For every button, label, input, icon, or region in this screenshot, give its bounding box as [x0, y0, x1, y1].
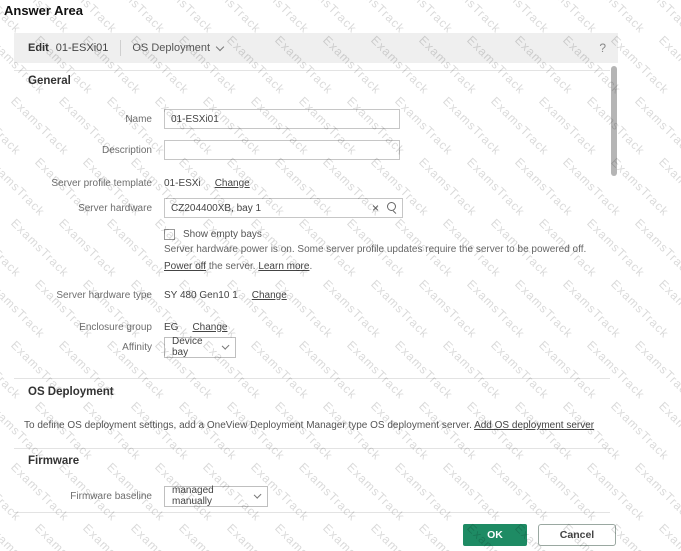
hardware-type-change-link[interactable]: Change — [252, 290, 287, 301]
watermark-text: ExamsTrack — [656, 399, 681, 463]
show-empty-bays-label: Show empty bays — [183, 229, 262, 240]
section-general-title: General — [28, 75, 71, 87]
description-input[interactable] — [164, 140, 400, 160]
watermark-text: ExamsTrack — [632, 0, 681, 36]
affinity-value: Device bay — [172, 336, 216, 358]
affinity-row: Affinity Device bay — [14, 336, 618, 358]
server-profile-template-label: Server profile template — [14, 178, 152, 189]
watermark-text: ExamsTrack — [536, 0, 600, 36]
power-warning-note: Server hardware power is on. Some server… — [164, 241, 588, 275]
watermark-text: ExamsTrack — [656, 33, 681, 97]
watermark-text: ExamsTrack — [248, 0, 312, 36]
enclosure-group-row: Enclosure group EG Change — [14, 316, 618, 338]
firmware-baseline-select[interactable]: managed manually — [164, 486, 268, 507]
server-hardware-input-wrap: × — [164, 198, 403, 218]
page-title: Answer Area — [4, 3, 83, 18]
watermark-text: ExamsTrack — [584, 0, 648, 36]
chevron-down-icon — [253, 490, 261, 498]
os-deployment-menu-label: OS Deployment — [132, 42, 210, 54]
server-profile-template-value: 01-ESXi — [164, 178, 201, 189]
learn-more-link[interactable]: Learn more — [258, 261, 309, 272]
watermark-text: ExamsTrack — [344, 0, 408, 36]
power-note-mid: the server. — [206, 261, 258, 272]
dialog-header: Edit 01-ESXi01 OS Deployment ? — [14, 33, 618, 63]
template-change-link[interactable]: Change — [215, 178, 250, 189]
server-profile-template-row: Server profile template 01-ESXi Change — [14, 172, 618, 194]
show-empty-bays-checkbox[interactable] — [164, 229, 175, 240]
help-icon[interactable]: ? — [599, 41, 606, 55]
watermark-text: ExamsTrack — [656, 521, 681, 551]
footer-rule — [14, 512, 610, 513]
scrollbar-thumb[interactable] — [611, 66, 617, 176]
chevron-down-icon — [216, 42, 224, 50]
add-os-deployment-server-link[interactable]: Add OS deployment server — [474, 420, 594, 431]
os-deployment-text: To define OS deployment settings, add a … — [24, 420, 474, 431]
server-hardware-label: Server hardware — [14, 203, 152, 214]
watermark-text: ExamsTrack — [104, 0, 168, 36]
watermark-text: ExamsTrack — [632, 460, 681, 524]
watermark-text: ExamsTrack — [488, 0, 552, 36]
chevron-down-icon — [221, 341, 229, 349]
profile-name: 01-ESXi01 — [56, 42, 109, 54]
server-hardware-type-value: SY 480 Gen10 1 — [164, 290, 238, 301]
edit-server-profile-dialog: Edit 01-ESXi01 OS Deployment ? General N… — [14, 33, 618, 548]
watermark-text: ExamsTrack — [152, 0, 216, 36]
name-label: Name — [14, 114, 152, 125]
watermark-text: ExamsTrack — [632, 338, 681, 402]
search-icon[interactable] — [387, 202, 396, 211]
description-row: Description — [14, 139, 618, 161]
server-hardware-input[interactable] — [164, 198, 403, 218]
os-deployment-menu[interactable]: OS Deployment — [132, 42, 223, 54]
server-hardware-type-row: Server hardware type SY 480 Gen10 1 Chan… — [14, 284, 618, 306]
name-row: Name — [14, 108, 618, 130]
server-hardware-type-label: Server hardware type — [14, 290, 152, 301]
clear-icon[interactable]: × — [372, 201, 379, 215]
section-os-deployment-title: OS Deployment — [28, 386, 114, 398]
power-note-text: Server hardware power is on. Some server… — [164, 244, 586, 255]
firmware-baseline-row: Firmware baseline managed manually — [14, 485, 618, 507]
server-hardware-row: Server hardware × — [14, 197, 618, 219]
power-off-link[interactable]: Power off — [164, 261, 206, 272]
watermark-text: ExamsTrack — [632, 216, 681, 280]
affinity-label: Affinity — [14, 342, 152, 353]
watermark-text: ExamsTrack — [440, 0, 504, 36]
watermark-text: ExamsTrack — [632, 94, 681, 158]
watermark-text: ExamsTrack — [392, 0, 456, 36]
watermark-text: ExamsTrack — [200, 0, 264, 36]
watermark-text: ExamsTrack — [296, 0, 360, 36]
power-note-end: . — [309, 261, 312, 272]
watermark-text: ExamsTrack — [656, 277, 681, 341]
section-firmware-title: Firmware — [28, 455, 79, 467]
section-rule — [14, 448, 610, 449]
affinity-select[interactable]: Device bay — [164, 337, 236, 358]
enclosure-group-value: EG — [164, 322, 178, 333]
header-rule — [14, 70, 610, 71]
ok-button[interactable]: OK — [463, 524, 527, 546]
name-input[interactable] — [164, 109, 400, 129]
section-rule — [14, 378, 610, 379]
enclosure-group-label: Enclosure group — [14, 322, 152, 333]
edit-label: Edit — [28, 42, 49, 54]
cancel-button[interactable]: Cancel — [538, 524, 616, 546]
os-deployment-description: To define OS deployment settings, add a … — [24, 420, 616, 431]
firmware-baseline-value: managed manually — [172, 485, 248, 507]
header-divider — [120, 40, 121, 56]
firmware-baseline-label: Firmware baseline — [14, 491, 152, 502]
enclosure-group-change-link[interactable]: Change — [192, 322, 227, 333]
description-label: Description — [14, 145, 152, 156]
watermark-text: ExamsTrack — [656, 155, 681, 219]
